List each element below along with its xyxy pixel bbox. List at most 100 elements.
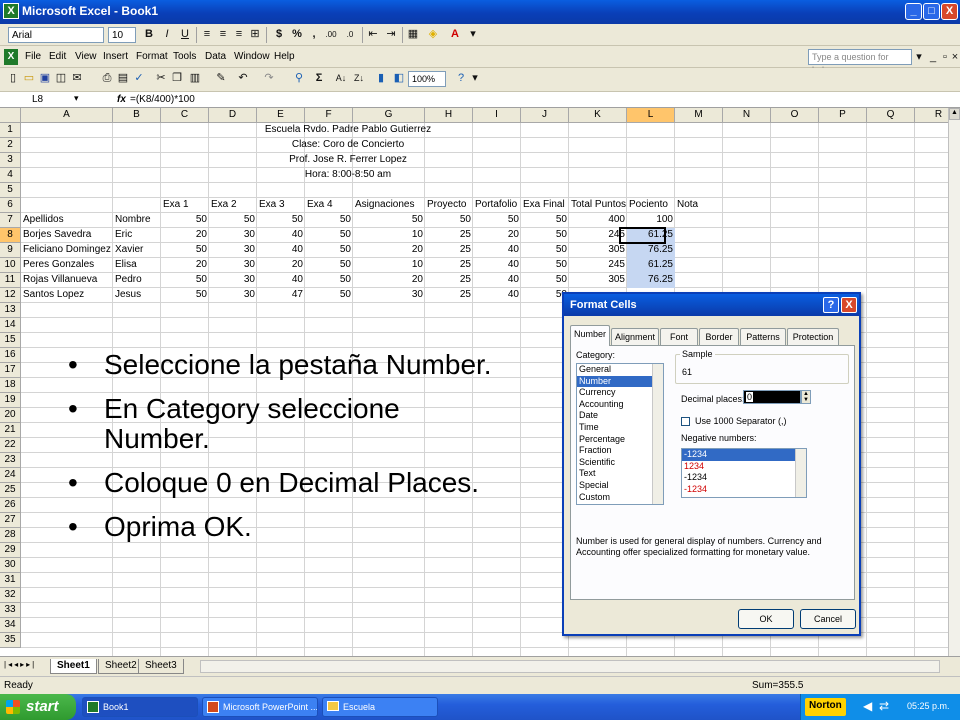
score-cell[interactable]: 30 <box>209 288 257 303</box>
align-right-icon[interactable]: ≡ <box>232 27 246 43</box>
category-scrollbar[interactable] <box>652 364 663 504</box>
header-cell[interactable]: Total Puntos <box>569 198 627 213</box>
score-cell[interactable]: 30 <box>353 288 425 303</box>
label-row-cell[interactable]: 50 <box>161 213 209 228</box>
fill-color-icon[interactable]: ◈ <box>426 27 440 43</box>
cut-icon[interactable]: ✂ <box>154 71 168 87</box>
student-name-cell[interactable]: Jesus <box>113 288 161 303</box>
decrease-decimal-button[interactable]: .0 <box>342 27 358 43</box>
score-cell[interactable]: 20 <box>473 228 521 243</box>
label-row-cell[interactable]: 50 <box>521 213 569 228</box>
score-cell[interactable]: 76.25 <box>627 243 675 258</box>
label-row-cell[interactable]: Apellidos <box>21 213 113 228</box>
start-button[interactable]: start <box>0 694 76 720</box>
cancel-button[interactable]: Cancel <box>800 609 856 629</box>
score-cell[interactable]: 76.25 <box>627 273 675 288</box>
score-cell[interactable]: 50 <box>521 258 569 273</box>
student-name-cell[interactable]: Elisa <box>113 258 161 273</box>
negative-format-item[interactable]: -1234 <box>682 449 806 461</box>
column-header-c[interactable]: C <box>161 108 209 123</box>
score-cell[interactable]: 245 <box>569 228 627 243</box>
horizontal-scrollbar[interactable] <box>200 660 940 673</box>
row-header-2[interactable]: 2 <box>0 138 21 153</box>
row-header-26[interactable]: 26 <box>0 498 21 513</box>
student-surname-cell[interactable]: Santos Lopez <box>21 288 113 303</box>
score-cell[interactable]: 30 <box>209 243 257 258</box>
score-cell[interactable]: 40 <box>473 273 521 288</box>
dialog-help-button[interactable]: ? <box>823 297 839 313</box>
align-left-icon[interactable]: ≡ <box>200 27 214 43</box>
row-header-13[interactable]: 13 <box>0 303 21 318</box>
score-cell[interactable]: 305 <box>569 243 627 258</box>
category-item-number[interactable]: Number <box>577 375 663 388</box>
score-cell[interactable]: 305 <box>569 273 627 288</box>
menu-help[interactable]: Help <box>274 51 295 62</box>
header-cell[interactable]: Exa 2 <box>209 198 257 213</box>
help-dropdown-icon[interactable]: ▾ <box>914 50 924 66</box>
score-cell[interactable]: 10 <box>353 228 425 243</box>
select-all-corner[interactable] <box>0 108 21 123</box>
restore-button[interactable]: □ <box>923 3 940 20</box>
column-header-d[interactable]: D <box>209 108 257 123</box>
excel-app-icon[interactable]: X <box>3 3 19 19</box>
currency-button[interactable]: $ <box>272 27 286 43</box>
score-cell[interactable]: 50 <box>305 228 353 243</box>
menu-format[interactable]: Format <box>136 51 168 62</box>
row-header-16[interactable]: 16 <box>0 348 21 363</box>
score-cell[interactable]: 40 <box>257 273 305 288</box>
column-header-i[interactable]: I <box>473 108 521 123</box>
negative-format-item[interactable]: -1234 <box>682 472 806 484</box>
row-header-4[interactable]: 4 <box>0 168 21 183</box>
row-header-9[interactable]: 9 <box>0 243 21 258</box>
tab-patterns[interactable]: Patterns <box>740 328 786 346</box>
menu-window[interactable]: Window <box>234 51 270 62</box>
score-cell[interactable]: 50 <box>305 258 353 273</box>
header-cell[interactable]: Pociento <box>627 198 675 213</box>
underline-button[interactable]: U <box>178 27 192 43</box>
header-cell[interactable]: Exa 1 <box>161 198 209 213</box>
row-header-24[interactable]: 24 <box>0 468 21 483</box>
column-header-b[interactable]: B <box>113 108 161 123</box>
separator-checkbox[interactable] <box>681 417 690 426</box>
score-cell[interactable]: 40 <box>473 243 521 258</box>
sheet-title-cell[interactable]: Hora: 8:00-8:50 am <box>21 168 675 183</box>
score-cell[interactable]: 25 <box>425 258 473 273</box>
score-cell[interactable]: 40 <box>257 228 305 243</box>
print-preview-icon[interactable]: ▤ <box>116 71 130 87</box>
row-header-21[interactable]: 21 <box>0 423 21 438</box>
header-cell[interactable]: Exa Final <box>521 198 569 213</box>
vertical-scrollbar[interactable]: ▲ <box>948 108 960 656</box>
decimal-places-input[interactable]: 0 <box>743 390 801 404</box>
italic-button[interactable]: I <box>160 27 174 43</box>
row-header-8[interactable]: 8 <box>0 228 21 243</box>
autosum-button[interactable]: Σ <box>312 71 326 87</box>
redo-icon[interactable]: ↷ <box>262 71 276 87</box>
column-header-m[interactable]: M <box>675 108 723 123</box>
score-cell[interactable]: 50 <box>305 273 353 288</box>
scroll-up-arrow[interactable]: ▲ <box>949 108 960 120</box>
dialog-close-button[interactable]: X <box>841 297 857 313</box>
decrease-indent-icon[interactable]: ⇤ <box>366 27 380 43</box>
student-name-cell[interactable]: Xavier <box>113 243 161 258</box>
header-cell[interactable]: Exa 4 <box>305 198 353 213</box>
student-surname-cell[interactable]: Feliciano Domingez <box>21 243 113 258</box>
row-header-1[interactable]: 1 <box>0 123 21 138</box>
menu-tools[interactable]: Tools <box>173 51 196 62</box>
column-header-r[interactable]: R <box>915 108 948 123</box>
task-book1[interactable]: Book1 <box>82 697 198 717</box>
label-row-cell[interactable]: 50 <box>473 213 521 228</box>
task-escuela[interactable]: Escuela <box>322 697 438 717</box>
score-cell[interactable]: 20 <box>353 273 425 288</box>
row-header-23[interactable]: 23 <box>0 453 21 468</box>
category-item-fraction[interactable]: Fraction <box>577 445 663 457</box>
menu-file[interactable]: File <box>25 51 41 62</box>
hyperlink-icon[interactable]: ⚲ <box>292 71 306 87</box>
score-cell[interactable]: 50 <box>161 273 209 288</box>
column-header-o[interactable]: O <box>771 108 819 123</box>
header-cell[interactable]: Proyecto <box>425 198 473 213</box>
workbook-close-button[interactable]: × <box>950 50 960 66</box>
insert-function-icon[interactable]: fx <box>117 94 126 105</box>
score-cell[interactable]: 25 <box>425 243 473 258</box>
column-header-f[interactable]: F <box>305 108 353 123</box>
label-row-cell[interactable]: 50 <box>305 213 353 228</box>
